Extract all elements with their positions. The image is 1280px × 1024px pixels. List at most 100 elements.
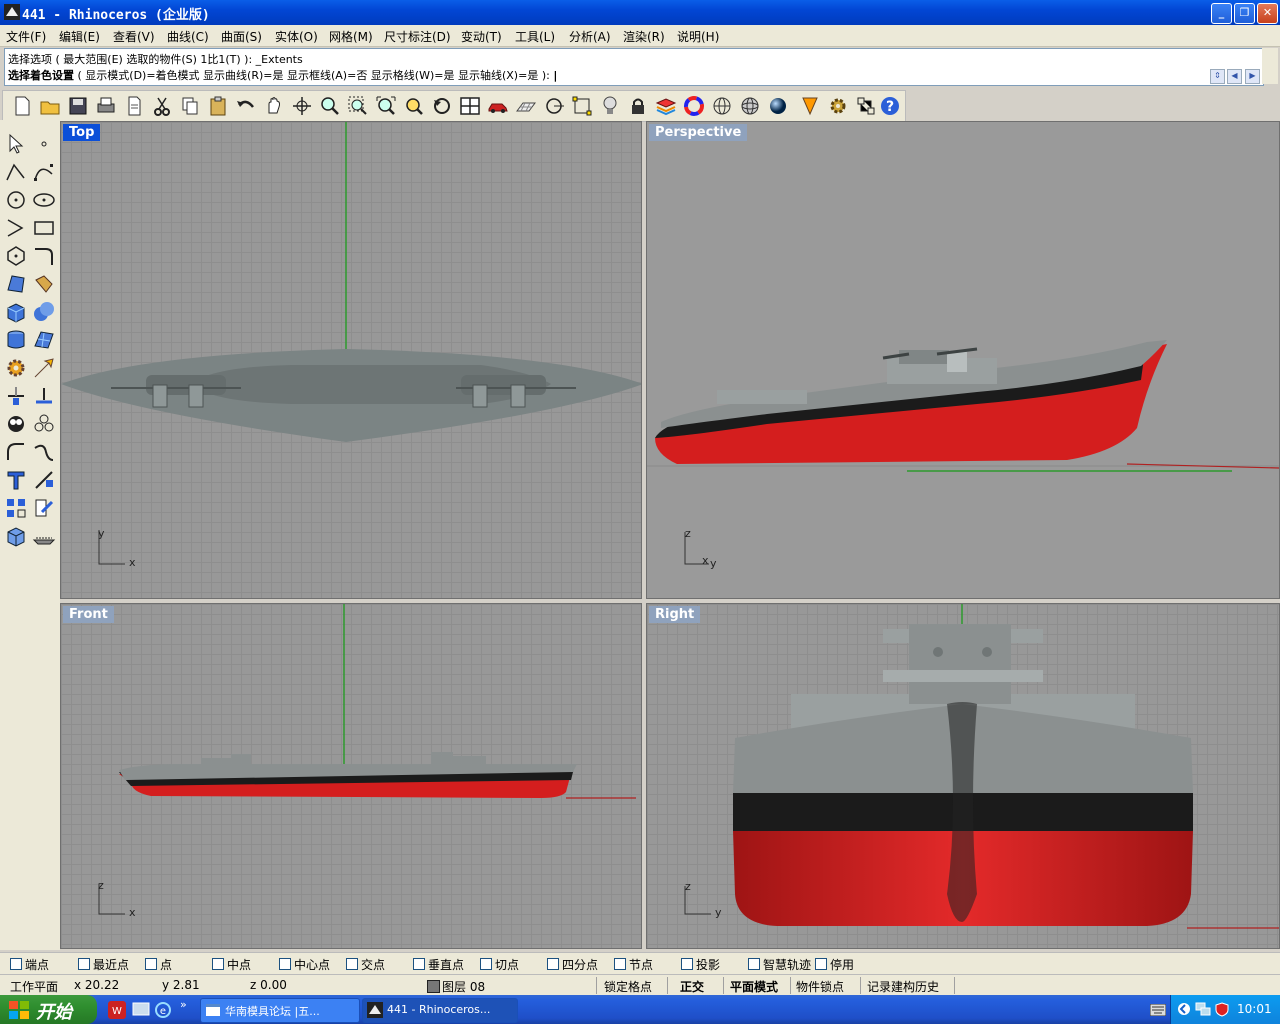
help-icon[interactable]: ? bbox=[879, 95, 901, 117]
osnap-project[interactable]: 投影 bbox=[681, 956, 720, 973]
menu-solid[interactable]: 实体(O) bbox=[275, 28, 318, 45]
fillet-edge-icon[interactable] bbox=[4, 440, 28, 464]
history-up-down-icon[interactable]: ⇕ bbox=[1210, 69, 1225, 84]
grid-snap-icon[interactable] bbox=[543, 95, 565, 117]
cut-icon[interactable] bbox=[151, 95, 173, 117]
ellipse-icon[interactable] bbox=[32, 188, 56, 212]
extrude-surface-icon[interactable] bbox=[32, 272, 56, 296]
osnap-knot-checkbox[interactable] bbox=[614, 958, 626, 970]
osnap-int-checkbox[interactable] bbox=[346, 958, 358, 970]
cplane-icon[interactable] bbox=[515, 95, 537, 117]
network-icon[interactable] bbox=[1195, 1002, 1211, 1016]
viewport-front[interactable]: z x Front bbox=[60, 603, 642, 949]
osnap-knot[interactable]: 节点 bbox=[614, 956, 653, 973]
task-rhino[interactable]: 441 - Rhinoceros... bbox=[362, 998, 518, 1023]
osnap-end[interactable]: 端点 bbox=[10, 956, 49, 973]
curve-icon[interactable] bbox=[32, 160, 56, 184]
zoom-extents-icon[interactable] bbox=[375, 95, 397, 117]
open-icon[interactable] bbox=[39, 95, 61, 117]
surface-corner-icon[interactable] bbox=[4, 272, 28, 296]
viewport-top[interactable]: y x Top bbox=[60, 121, 642, 599]
status-history[interactable]: 记录建构历史 bbox=[867, 978, 939, 995]
osnap-point[interactable]: 点 bbox=[145, 956, 172, 973]
menu-curve[interactable]: 曲线(C) bbox=[167, 28, 209, 45]
boolean-union-icon[interactable] bbox=[32, 300, 56, 324]
menu-edit[interactable]: 编辑(E) bbox=[59, 28, 100, 45]
point-icon[interactable] bbox=[32, 132, 56, 156]
layer-icon[interactable] bbox=[655, 95, 677, 117]
move-gear-icon[interactable] bbox=[4, 356, 28, 380]
shaded-icon[interactable] bbox=[739, 95, 761, 117]
close-button[interactable]: ✕ bbox=[1257, 3, 1278, 24]
transform-arrow-icon[interactable] bbox=[32, 356, 56, 380]
osnap-disable[interactable]: 停用 bbox=[815, 956, 854, 973]
box-icon[interactable] bbox=[4, 300, 28, 324]
quicklaunch-more-icon[interactable]: » bbox=[180, 998, 187, 1011]
menu-surface[interactable]: 曲面(S) bbox=[221, 28, 262, 45]
history-back-icon[interactable]: ◀ bbox=[1227, 69, 1242, 84]
save-icon[interactable] bbox=[67, 95, 89, 117]
menu-view[interactable]: 查看(V) bbox=[113, 28, 155, 45]
undo-view-icon[interactable] bbox=[431, 95, 453, 117]
command-prompt-options[interactable]: ( 显示模式(D)=着色模式 显示曲线(R)=是 显示框线(A)=否 显示格线(… bbox=[74, 69, 553, 82]
osnap-point-checkbox[interactable] bbox=[145, 958, 157, 970]
render-tools-icon[interactable] bbox=[32, 524, 56, 548]
status-layer[interactable]: 图层 08 bbox=[442, 978, 485, 995]
viewport-right-label[interactable]: Right bbox=[649, 606, 701, 623]
rectangle-icon[interactable] bbox=[32, 216, 56, 240]
status-planar[interactable]: 平面模式 bbox=[730, 978, 778, 995]
osnap-tan-checkbox[interactable] bbox=[480, 958, 492, 970]
restore-button[interactable]: ❐ bbox=[1234, 3, 1255, 24]
status-osnap[interactable]: 物件锁点 bbox=[796, 978, 844, 995]
osnap-cen-checkbox[interactable] bbox=[279, 958, 291, 970]
four-viewports-icon[interactable] bbox=[459, 95, 481, 117]
select-points-icon[interactable] bbox=[571, 95, 593, 117]
status-ortho[interactable]: 正交 bbox=[680, 978, 704, 995]
print-icon[interactable] bbox=[95, 95, 117, 117]
tray-back-icon[interactable] bbox=[1177, 1002, 1191, 1016]
viewport-perspective-label[interactable]: Perspective bbox=[649, 124, 748, 141]
circle-icon[interactable] bbox=[4, 188, 28, 212]
properties-icon[interactable] bbox=[855, 95, 877, 117]
viewport-right[interactable]: z y Right bbox=[646, 603, 1280, 949]
undo-icon[interactable] bbox=[235, 95, 257, 117]
menu-help[interactable]: 说明(H) bbox=[677, 28, 719, 45]
paste-icon[interactable] bbox=[207, 95, 229, 117]
command-area[interactable]: 选择选项 ( 最大范围(E) 选取的物件(S) 1比1(T) ): _Exten… bbox=[4, 48, 1264, 86]
task-browser[interactable]: 华南模具论坛 |五... bbox=[200, 998, 360, 1023]
array-icon[interactable] bbox=[4, 496, 28, 520]
render-cone-icon[interactable] bbox=[799, 95, 821, 117]
new-icon[interactable] bbox=[11, 95, 33, 117]
zoom-selected-icon[interactable] bbox=[403, 95, 425, 117]
pan-icon[interactable] bbox=[263, 95, 285, 117]
solid-tools-icon[interactable] bbox=[4, 524, 28, 548]
osnap-near-checkbox[interactable] bbox=[78, 958, 90, 970]
polygon-icon[interactable] bbox=[4, 244, 28, 268]
rhino-app-icon[interactable] bbox=[4, 4, 20, 20]
explode-icon[interactable] bbox=[32, 412, 56, 436]
menu-render[interactable]: 渲染(R) bbox=[623, 28, 665, 45]
osnap-perp-checkbox[interactable] bbox=[413, 958, 425, 970]
arc-icon[interactable] bbox=[4, 216, 28, 240]
osnap-project-checkbox[interactable] bbox=[681, 958, 693, 970]
menu-analyze[interactable]: 分析(A) bbox=[569, 28, 611, 45]
osnap-mid-checkbox[interactable] bbox=[212, 958, 224, 970]
quicklaunch-desktop-icon[interactable] bbox=[132, 1001, 150, 1019]
zoom-window-icon[interactable] bbox=[347, 95, 369, 117]
cylinder-icon[interactable] bbox=[4, 328, 28, 352]
viewport-perspective[interactable]: z x y Perspective bbox=[646, 121, 1280, 599]
status-grid-snap[interactable]: 锁定格点 bbox=[604, 978, 652, 995]
group-icon[interactable] bbox=[4, 412, 28, 436]
trim-icon[interactable] bbox=[4, 384, 28, 408]
text-icon[interactable] bbox=[4, 468, 28, 492]
clock[interactable]: 10:01 bbox=[1237, 1002, 1272, 1016]
rotate-view-icon[interactable] bbox=[291, 95, 313, 117]
command-scrollbar[interactable] bbox=[1262, 48, 1278, 84]
blend-curve-icon[interactable] bbox=[32, 440, 56, 464]
quicklaunch-ie-icon[interactable]: e bbox=[154, 1001, 172, 1019]
osnap-smarttrack-checkbox[interactable] bbox=[748, 958, 760, 970]
viewport-front-label[interactable]: Front bbox=[63, 606, 114, 623]
fillet-curve-icon[interactable] bbox=[32, 244, 56, 268]
rendered-icon[interactable] bbox=[767, 95, 789, 117]
zoom-icon[interactable] bbox=[319, 95, 341, 117]
